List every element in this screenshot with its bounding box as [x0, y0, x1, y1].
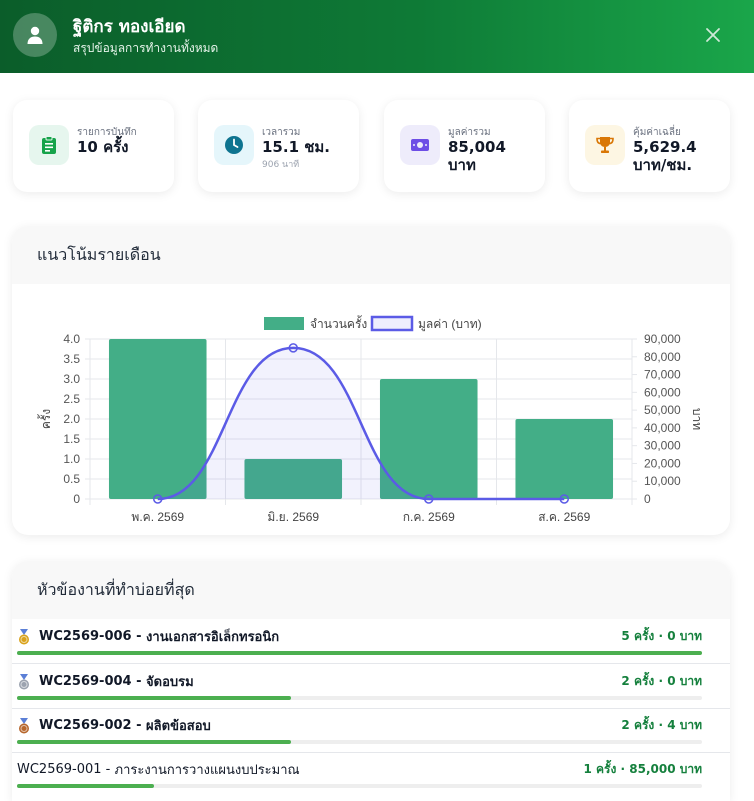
y-tick-label: 2.0 — [63, 412, 80, 426]
medal-gold-icon — [17, 628, 31, 645]
topic-title: WC2569-002 - ผลิตข้อสอบ — [17, 715, 211, 736]
header-subtitle: สรุปข้อมูลการทำงานทั้งหมด — [73, 41, 219, 55]
topic-separator: - — [101, 762, 115, 777]
clipboard-icon — [29, 125, 69, 165]
stat-value-amount: 85,004 — [448, 138, 506, 156]
topic-progress-track — [17, 696, 702, 700]
y2-tick-label: 70,000 — [644, 368, 681, 382]
stat-value: 85,004 บาท — [448, 138, 506, 174]
topic-row[interactable]: WC2569-001 - ภาระงานการวางแผนงบประมาณ 1 ค… — [17, 752, 702, 796]
panel-title: หัวข้องานที่ทำบ่อยที่สุด — [12, 561, 730, 619]
topic-name: งานเอกสารอิเล็กทรอนิก — [146, 630, 280, 645]
stat-card-value: มูลค่ารวม 85,004 บาท — [384, 100, 545, 192]
topic-progress-track — [17, 740, 702, 744]
legend-label-value: มูลค่า (บาท) — [418, 317, 482, 332]
topic-progress-fill — [17, 784, 154, 788]
topic-code: WC2569-006 — [39, 629, 132, 644]
stat-value-unit: บาท — [448, 156, 476, 174]
y2-tick-label: 40,000 — [644, 421, 681, 435]
x-tick-label: ก.ค. 2569 — [403, 510, 455, 524]
stat-value: 10 ครั้ง — [77, 138, 129, 156]
y-tick-label: 3.0 — [63, 372, 80, 386]
monthly-trend-chart: 0 0.5 1.0 1.5 2.0 2.5 3.0 3.5 4.0 0 10,000 20,000 30… — [37, 315, 704, 524]
y-tick-label: 2.5 — [63, 392, 80, 406]
stat-value-unit: บาท/ชม. — [633, 156, 693, 174]
user-name: ฐิติกร ทองเอียด — [73, 17, 186, 37]
topic-count-value: 2 ครั้ง · 4 บาท — [621, 718, 702, 732]
y-tick-label: 0 — [73, 492, 80, 506]
medal-bronze-icon — [17, 717, 31, 734]
y2-tick-label: 60,000 — [644, 385, 681, 399]
y2-tick-label: 30,000 — [644, 439, 681, 453]
legend-swatch-bar — [264, 317, 304, 330]
clock-icon — [214, 125, 254, 165]
topic-count-value: 5 ครั้ง · 0 บาท — [621, 629, 702, 643]
y2-tick-label: 90,000 — [644, 332, 681, 346]
topic-count-value: 1 ครั้ง · 85,000 บาท — [583, 762, 702, 776]
topic-row[interactable]: WC2569-002 - ผลิตข้อสอบ 2 ครั้ง · 4 บาท — [17, 708, 702, 752]
x-tick-label: มิ.ย. 2569 — [267, 510, 319, 524]
topic-code: WC2569-002 — [39, 718, 132, 733]
y-tick-label: 4.0 — [63, 332, 80, 346]
header: ฐิติกร ทองเอียด สรุปข้อมูลการทำงานทั้งหม… — [0, 0, 754, 73]
stat-subtext: 906 นาที — [262, 160, 300, 170]
topic-title: WC2569-001 - ภาระงานการวางแผนงบประมาณ — [17, 759, 300, 780]
topic-name: ผลิตข้อสอบ — [146, 719, 211, 734]
monthly-trend-panel: แนวโน้มรายเดือน 0 0.5 1.0 1.5 2.0 2.5 3.0 3.5 4.… — [12, 226, 730, 535]
stat-card-efficiency: คุ้มค่าเฉลี่ย 5,629.4 บาท/ชม. — [569, 100, 730, 192]
y-tick-label: 0.5 — [63, 472, 80, 486]
stat-card-records: รายการบันทึก 10 ครั้ง — [13, 100, 174, 192]
topic-separator: - — [131, 674, 147, 689]
money-icon — [400, 125, 440, 165]
close-icon[interactable] — [703, 25, 723, 45]
stat-value: 15.1 ชม. — [262, 138, 330, 156]
medal-silver-icon — [17, 673, 31, 690]
y2-tick-label: 80,000 — [644, 350, 681, 364]
y2-tick-label: 20,000 — [644, 456, 681, 470]
topic-name: จัดอบรม — [146, 675, 194, 690]
y-tick-label: 1.5 — [63, 432, 80, 446]
topic-title: WC2569-004 - จัดอบรม — [17, 671, 194, 692]
y2-tick-label: 0 — [644, 492, 651, 506]
panel-title: แนวโน้มรายเดือน — [12, 226, 730, 284]
bar-4 — [515, 419, 614, 499]
topic-code: WC2569-004 — [39, 674, 132, 689]
topic-name: ภาระงานการวางแผนงบประมาณ — [114, 763, 300, 778]
y2-tick-label: 10,000 — [644, 474, 681, 488]
topic-progress-fill — [17, 651, 702, 655]
topic-code: WC2569-001 — [17, 762, 102, 777]
topic-progress-track — [17, 784, 702, 788]
user-avatar-icon — [13, 13, 57, 57]
topic-separator: - — [131, 718, 147, 733]
legend-swatch-line — [370, 315, 414, 332]
y2-axis-title: บาท — [690, 408, 704, 430]
stat-value: 5,629.4 บาท/ชม. — [633, 138, 697, 174]
topic-separator: - — [131, 629, 147, 644]
trophy-icon — [585, 125, 625, 165]
stat-value-amount: 5,629.4 — [633, 138, 697, 156]
y-axis-title: ครั้ง — [37, 409, 53, 429]
y-tick-label: 3.5 — [63, 352, 80, 366]
y-tick-label: 1.0 — [63, 452, 80, 466]
bar-1 — [108, 339, 207, 499]
topic-row[interactable]: WC2569-006 - งานเอกสารอิเล็กทรอนิก 5 ครั้… — [17, 619, 702, 663]
topic-count-value: 2 ครั้ง · 0 บาท — [621, 674, 702, 688]
x-tick-label: พ.ค. 2569 — [131, 510, 184, 524]
stat-card-time: เวลารวม 15.1 ชม. 906 นาที — [198, 100, 359, 192]
topic-progress-track — [17, 651, 702, 655]
x-tick-label: ส.ค. 2569 — [538, 510, 590, 524]
topic-progress-fill — [17, 696, 291, 700]
topic-title: WC2569-006 - งานเอกสารอิเล็กทรอนิก — [17, 626, 279, 647]
topic-row[interactable]: WC2569-004 - จัดอบรม 2 ครั้ง · 0 บาท — [17, 664, 702, 708]
topic-progress-fill — [17, 740, 291, 744]
legend-label-count: จำนวนครั้ง — [310, 315, 367, 331]
y2-tick-label: 50,000 — [644, 403, 681, 417]
